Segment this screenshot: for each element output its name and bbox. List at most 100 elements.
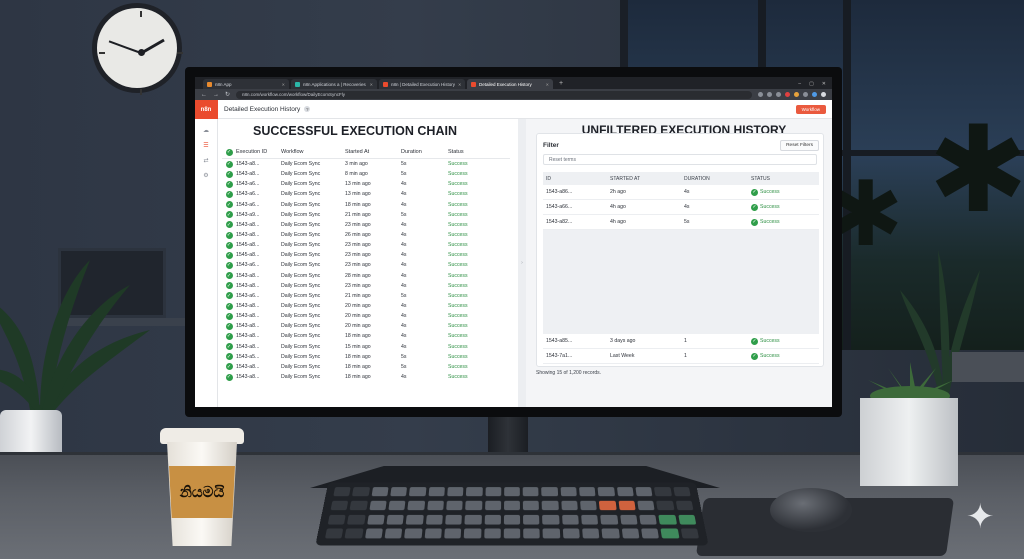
new-tab-button[interactable]: +: [555, 79, 567, 89]
table-row[interactable]: ✓ 1543-a9... Daily Ecom Sync 21 min ago 5s Su…: [222, 210, 510, 220]
keyboard-key[interactable]: [463, 528, 481, 539]
keyboard-key[interactable]: [503, 500, 521, 510]
keyboard-key[interactable]: [523, 500, 540, 510]
column-header[interactable]: Status: [448, 149, 493, 155]
keyboard-key[interactable]: [404, 528, 423, 539]
keyboard-key[interactable]: [384, 528, 403, 539]
keyboard-key[interactable]: [347, 514, 366, 525]
keyboard-key[interactable]: [405, 514, 424, 525]
reset-filters-button[interactable]: Reset Filters: [780, 140, 819, 151]
column-header[interactable]: DURATION: [684, 176, 751, 182]
keyboard-key[interactable]: [428, 487, 445, 497]
extension-icon[interactable]: [785, 92, 790, 97]
column-header[interactable]: STARTED AT: [610, 176, 684, 182]
browser-tab[interactable]: n8n | Detailed Execution History ✕: [379, 79, 465, 89]
keyboard-key[interactable]: [601, 528, 620, 539]
table-row[interactable]: ✓ 1543-a6... Daily Ecom Sync 21 min ago 5s Su…: [222, 291, 510, 301]
table-row[interactable]: ✓ 1543-a8... Daily Ecom Sync 26 min ago 4s Su…: [222, 230, 510, 240]
table-row[interactable]: ✓ 1543-a6... Daily Ecom Sync 18 min ago 4s Su…: [222, 200, 510, 210]
extension-icon[interactable]: [758, 92, 763, 97]
keyboard-key[interactable]: [675, 500, 694, 510]
keyboard-key[interactable]: [484, 500, 501, 510]
profile-avatar[interactable]: [821, 92, 826, 97]
workflow-button[interactable]: Workflow: [795, 104, 826, 114]
keyboard-key[interactable]: [599, 500, 617, 510]
table-row[interactable]: ✓ 1543-a8... Daily Ecom Sync 3 min ago 5s Suc…: [222, 159, 510, 169]
keyboard[interactable]: [315, 482, 709, 546]
keyboard-key[interactable]: [579, 487, 596, 497]
keyboard-key[interactable]: [485, 487, 502, 497]
gear-icon[interactable]: ⚙: [203, 172, 208, 179]
close-icon[interactable]: ✕: [370, 82, 373, 87]
browser-tab-active[interactable]: Detailed Execution History ✕: [467, 79, 553, 89]
keyboard-key[interactable]: [654, 487, 672, 497]
keyboard-key[interactable]: [619, 514, 638, 525]
keyboard-key[interactable]: [503, 514, 521, 525]
table-row[interactable]: ✓ 1543-a8... Daily Ecom Sync 23 min ago 4s Su…: [222, 281, 510, 291]
keyboard-key[interactable]: [542, 528, 561, 539]
keyboard-key[interactable]: [656, 500, 675, 510]
table-row[interactable]: ✓ 1543-a8... Daily Ecom Sync 23 min ago 4s Su…: [222, 220, 510, 230]
keyboard-key[interactable]: [635, 487, 653, 497]
keyboard-key[interactable]: [349, 500, 368, 510]
table-row[interactable]: ✓ 1543-a8... Daily Ecom Sync 18 min ago 5s Su…: [222, 362, 510, 372]
table-row[interactable]: ✓ 1543-a8... Daily Ecom Sync 8 min ago 5s Suc…: [222, 169, 510, 179]
table-row[interactable]: ✓ 1543-a8... Daily Ecom Sync 28 min ago 4s Su…: [222, 271, 510, 281]
url-field[interactable]: n8n.com/workflow.com/workflow/DailyEcomS…: [236, 90, 752, 99]
keyboard-key[interactable]: [465, 500, 482, 510]
extension-icon[interactable]: [794, 92, 799, 97]
keyboard-key[interactable]: [324, 528, 344, 539]
panel-divider[interactable]: ›: [518, 119, 526, 407]
keyboard-key[interactable]: [483, 528, 501, 539]
keyboard-key[interactable]: [542, 514, 560, 525]
keyboard-key[interactable]: [464, 514, 482, 525]
table-row[interactable]: 1543-7a1... Last Week 1 ✓ Success: [543, 349, 819, 364]
keyboard-key[interactable]: [677, 514, 697, 525]
keyboard-key[interactable]: [503, 528, 521, 539]
keyboard-key[interactable]: [444, 528, 462, 539]
keyboard-key[interactable]: [581, 514, 599, 525]
extension-icon[interactable]: [776, 92, 781, 97]
keyboard-key[interactable]: [424, 528, 442, 539]
n8n-logo-icon[interactable]: n8n: [195, 100, 218, 119]
extension-icon[interactable]: [812, 92, 817, 97]
browser-tab[interactable]: n8n App ✕: [203, 79, 289, 89]
keyboard-key[interactable]: [409, 487, 427, 497]
keyboard-key[interactable]: [426, 500, 444, 510]
keyboard-key[interactable]: [466, 487, 483, 497]
keyboard-key[interactable]: [580, 500, 598, 510]
table-row[interactable]: ✓ 1543-a5... Daily Ecom Sync 18 min ago 5s Su…: [222, 352, 510, 362]
keyboard-key[interactable]: [522, 487, 539, 497]
column-header[interactable]: Execution ID: [236, 149, 281, 155]
keyboard-key[interactable]: [484, 514, 501, 525]
column-header[interactable]: STATUS: [751, 176, 770, 182]
table-row[interactable]: 1543-a85... 3 days ago 1 ✓ Success: [543, 334, 819, 349]
column-header[interactable]: Workflow: [281, 149, 345, 155]
keyboard-key[interactable]: [447, 487, 464, 497]
keyboard-key[interactable]: [445, 514, 463, 525]
close-icon[interactable]: ✕: [546, 82, 549, 87]
keyboard-key[interactable]: [597, 487, 615, 497]
keyboard-key[interactable]: [523, 528, 541, 539]
keyboard-key[interactable]: [388, 500, 406, 510]
extension-icon[interactable]: [803, 92, 808, 97]
keyboard-key[interactable]: [541, 487, 558, 497]
keyboard-key[interactable]: [366, 514, 385, 525]
help-icon[interactable]: ?: [304, 106, 311, 112]
keyboard-key[interactable]: [446, 500, 463, 510]
column-header[interactable]: Started At: [345, 149, 401, 155]
keyboard-key[interactable]: [561, 500, 578, 510]
shuffle-icon[interactable]: ⇄: [203, 157, 208, 164]
keyboard-key[interactable]: [327, 514, 347, 525]
keyboard-key[interactable]: [407, 500, 425, 510]
table-row[interactable]: 1543-a86... 2h ago 4s ✓ Success: [543, 185, 819, 200]
close-icon[interactable]: ✕: [458, 82, 461, 87]
keyboard-key[interactable]: [660, 528, 680, 539]
keyboard-key[interactable]: [352, 487, 370, 497]
close-icon[interactable]: ✕: [282, 82, 285, 87]
close-window-button[interactable]: ✕: [822, 79, 826, 89]
keyboard-key[interactable]: [425, 514, 443, 525]
keyboard-key[interactable]: [562, 528, 580, 539]
keyboard-key[interactable]: [364, 528, 383, 539]
extension-icon[interactable]: [767, 92, 772, 97]
